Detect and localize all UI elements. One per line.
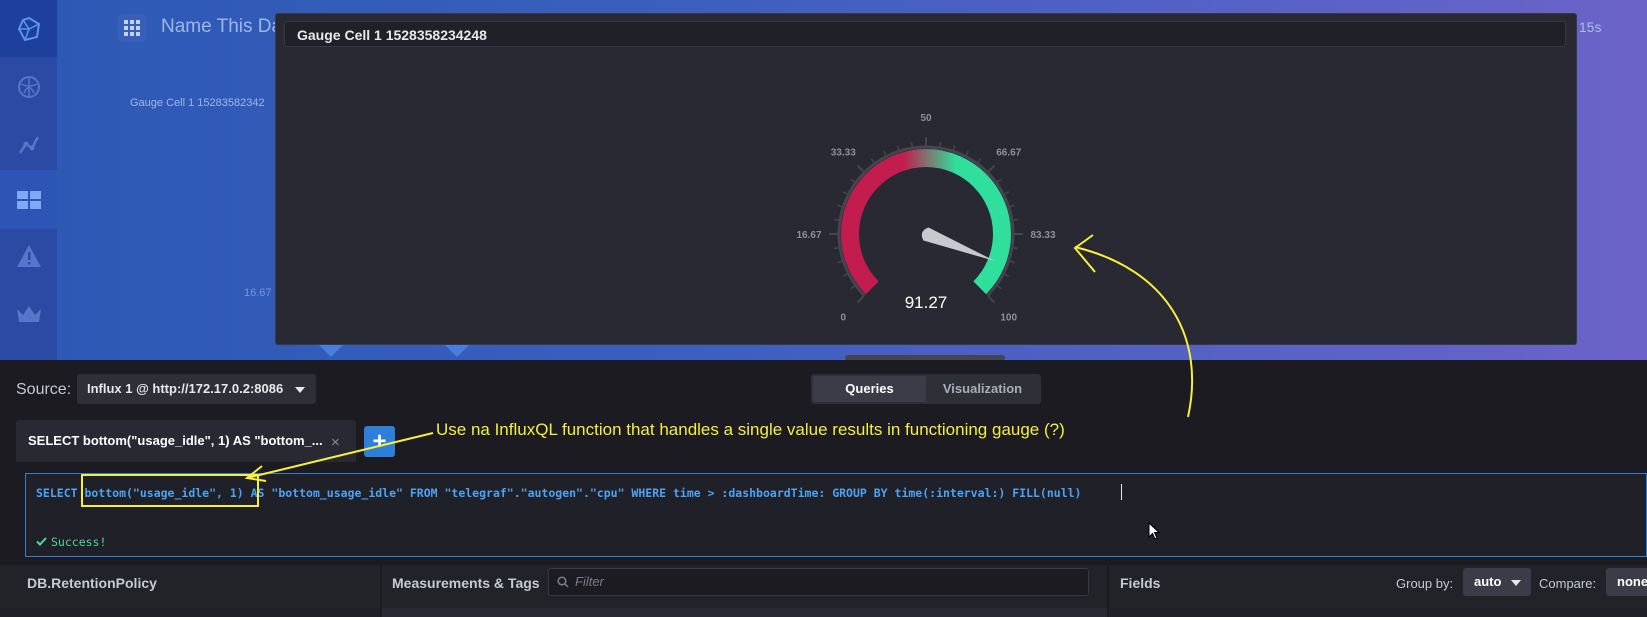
gauge-tick-label: 83.33 [1030,230,1055,241]
dashboard-switcher-button[interactable] [118,14,146,42]
gauge-tick-label: 66.67 [996,147,1021,158]
gauge-tick [1009,204,1015,208]
measurements-list [382,608,1107,617]
group-by-label: Group by: [1396,576,1454,591]
source-dropdown-value: Influx 1 @ http://172.17.0.2:8086 [87,381,284,396]
ghost-marker [443,343,471,357]
gauge-tick [1004,191,1010,195]
gauge-chart: 0 16.67 33.33 50 66.67 83.33 100 91.27 [796,113,1055,324]
gauge-tick [952,145,956,151]
gauge-tick [837,260,843,264]
cell-editor-overlay: Gauge Cell 1 1528358234248 0 16.67 33.33 50… [275,13,1577,345]
ghost-marker [317,343,345,357]
gauge-tick [996,178,1002,183]
mouse-cursor-icon [1148,522,1160,540]
alert-icon[interactable] [0,226,57,285]
db-retention-policy-header: DB.RetentionPolicy [27,575,157,591]
gauge-tick [896,145,900,151]
gauge-tick [1004,273,1010,277]
gauge-tick [850,178,856,183]
query-status: Success! [36,535,106,549]
schema-browser-body [0,608,1647,617]
query-status-text: Success! [51,535,107,549]
tab-visualization[interactable]: Visualization [926,376,1039,402]
gauge-tick [883,150,887,156]
gauge-tick [910,142,913,148]
db-list [0,608,380,617]
gauge-tick [842,191,848,195]
gauge-tick [837,204,843,208]
sidebar-nav [0,0,57,360]
search-icon [557,576,569,588]
admin-crown-icon[interactable] [0,284,57,343]
query-tab[interactable]: SELECT bottom("usage_idle", 1) AS "botto… [16,420,356,462]
gauge-tick [1009,260,1015,264]
compare-label: Compare: [1539,576,1597,591]
gauge-tick [856,295,865,304]
gauge-tick [996,285,1002,290]
gauge-tick [1012,247,1018,250]
gauge-tick-label: 100 [1000,313,1017,324]
gauge-tick [856,164,865,173]
gauge-tick [842,273,848,277]
text-cursor [1121,484,1122,500]
dashboard-axis-label: 16.67 [244,287,272,299]
check-icon [36,537,47,546]
gauge-tick-label: 16.67 [796,230,821,241]
chronograf-logo-icon[interactable] [0,0,57,57]
gauge-tick [870,158,875,164]
gauge-value-label: 91.27 [905,293,948,312]
fields-header: Fields [1120,575,1161,591]
gauge-tick [834,247,840,250]
tab-queries[interactable]: Queries [813,376,926,402]
source-label: Source: [16,381,72,398]
gauge-tick [939,142,942,148]
fields-list [1109,608,1647,617]
cell-name-input[interactable]: Gauge Cell 1 1528358234248 [284,21,1566,47]
gauge-needle [921,227,995,262]
annotation-highlight-box [81,474,259,507]
gauge-tick-label: 0 [840,313,846,324]
gauge-arc [841,149,1011,295]
chevron-down-icon [295,387,305,393]
dashboard-title[interactable]: Name This Da [161,16,282,38]
measurements-filter-input[interactable]: Filter [548,568,1089,596]
annotation-text: Use na InfluxQL function that handles a … [436,420,1065,439]
close-icon[interactable]: × [331,434,340,451]
queries-visualization-toggle: Queries Visualization [811,374,1041,404]
add-query-button[interactable]: + [364,426,395,457]
gauge-tick-label: 33.33 [831,147,856,158]
gauge-tick [977,158,982,164]
compare-dropdown[interactable]: none [1606,568,1647,596]
gauge-tick-label: 50 [920,113,932,124]
gauge-tick [987,295,996,304]
grid-icon [124,20,140,36]
gauge-tick [987,164,996,173]
dashboard-cell-name: Gauge Cell 1 15283582342 [130,97,265,109]
gauge-tick [834,218,840,221]
source-dropdown[interactable]: Influx 1 @ http://172.17.0.2:8086 [77,374,316,404]
dashboards-icon[interactable] [0,170,57,229]
gauge-tick [1012,218,1018,221]
chevron-down-icon [1511,580,1521,586]
host-list-icon[interactable] [0,57,57,116]
data-explorer-icon[interactable] [0,115,57,174]
gauge-tick [850,285,856,290]
gauge-tick [965,150,969,156]
measurements-tags-header: Measurements & Tags [392,575,540,591]
